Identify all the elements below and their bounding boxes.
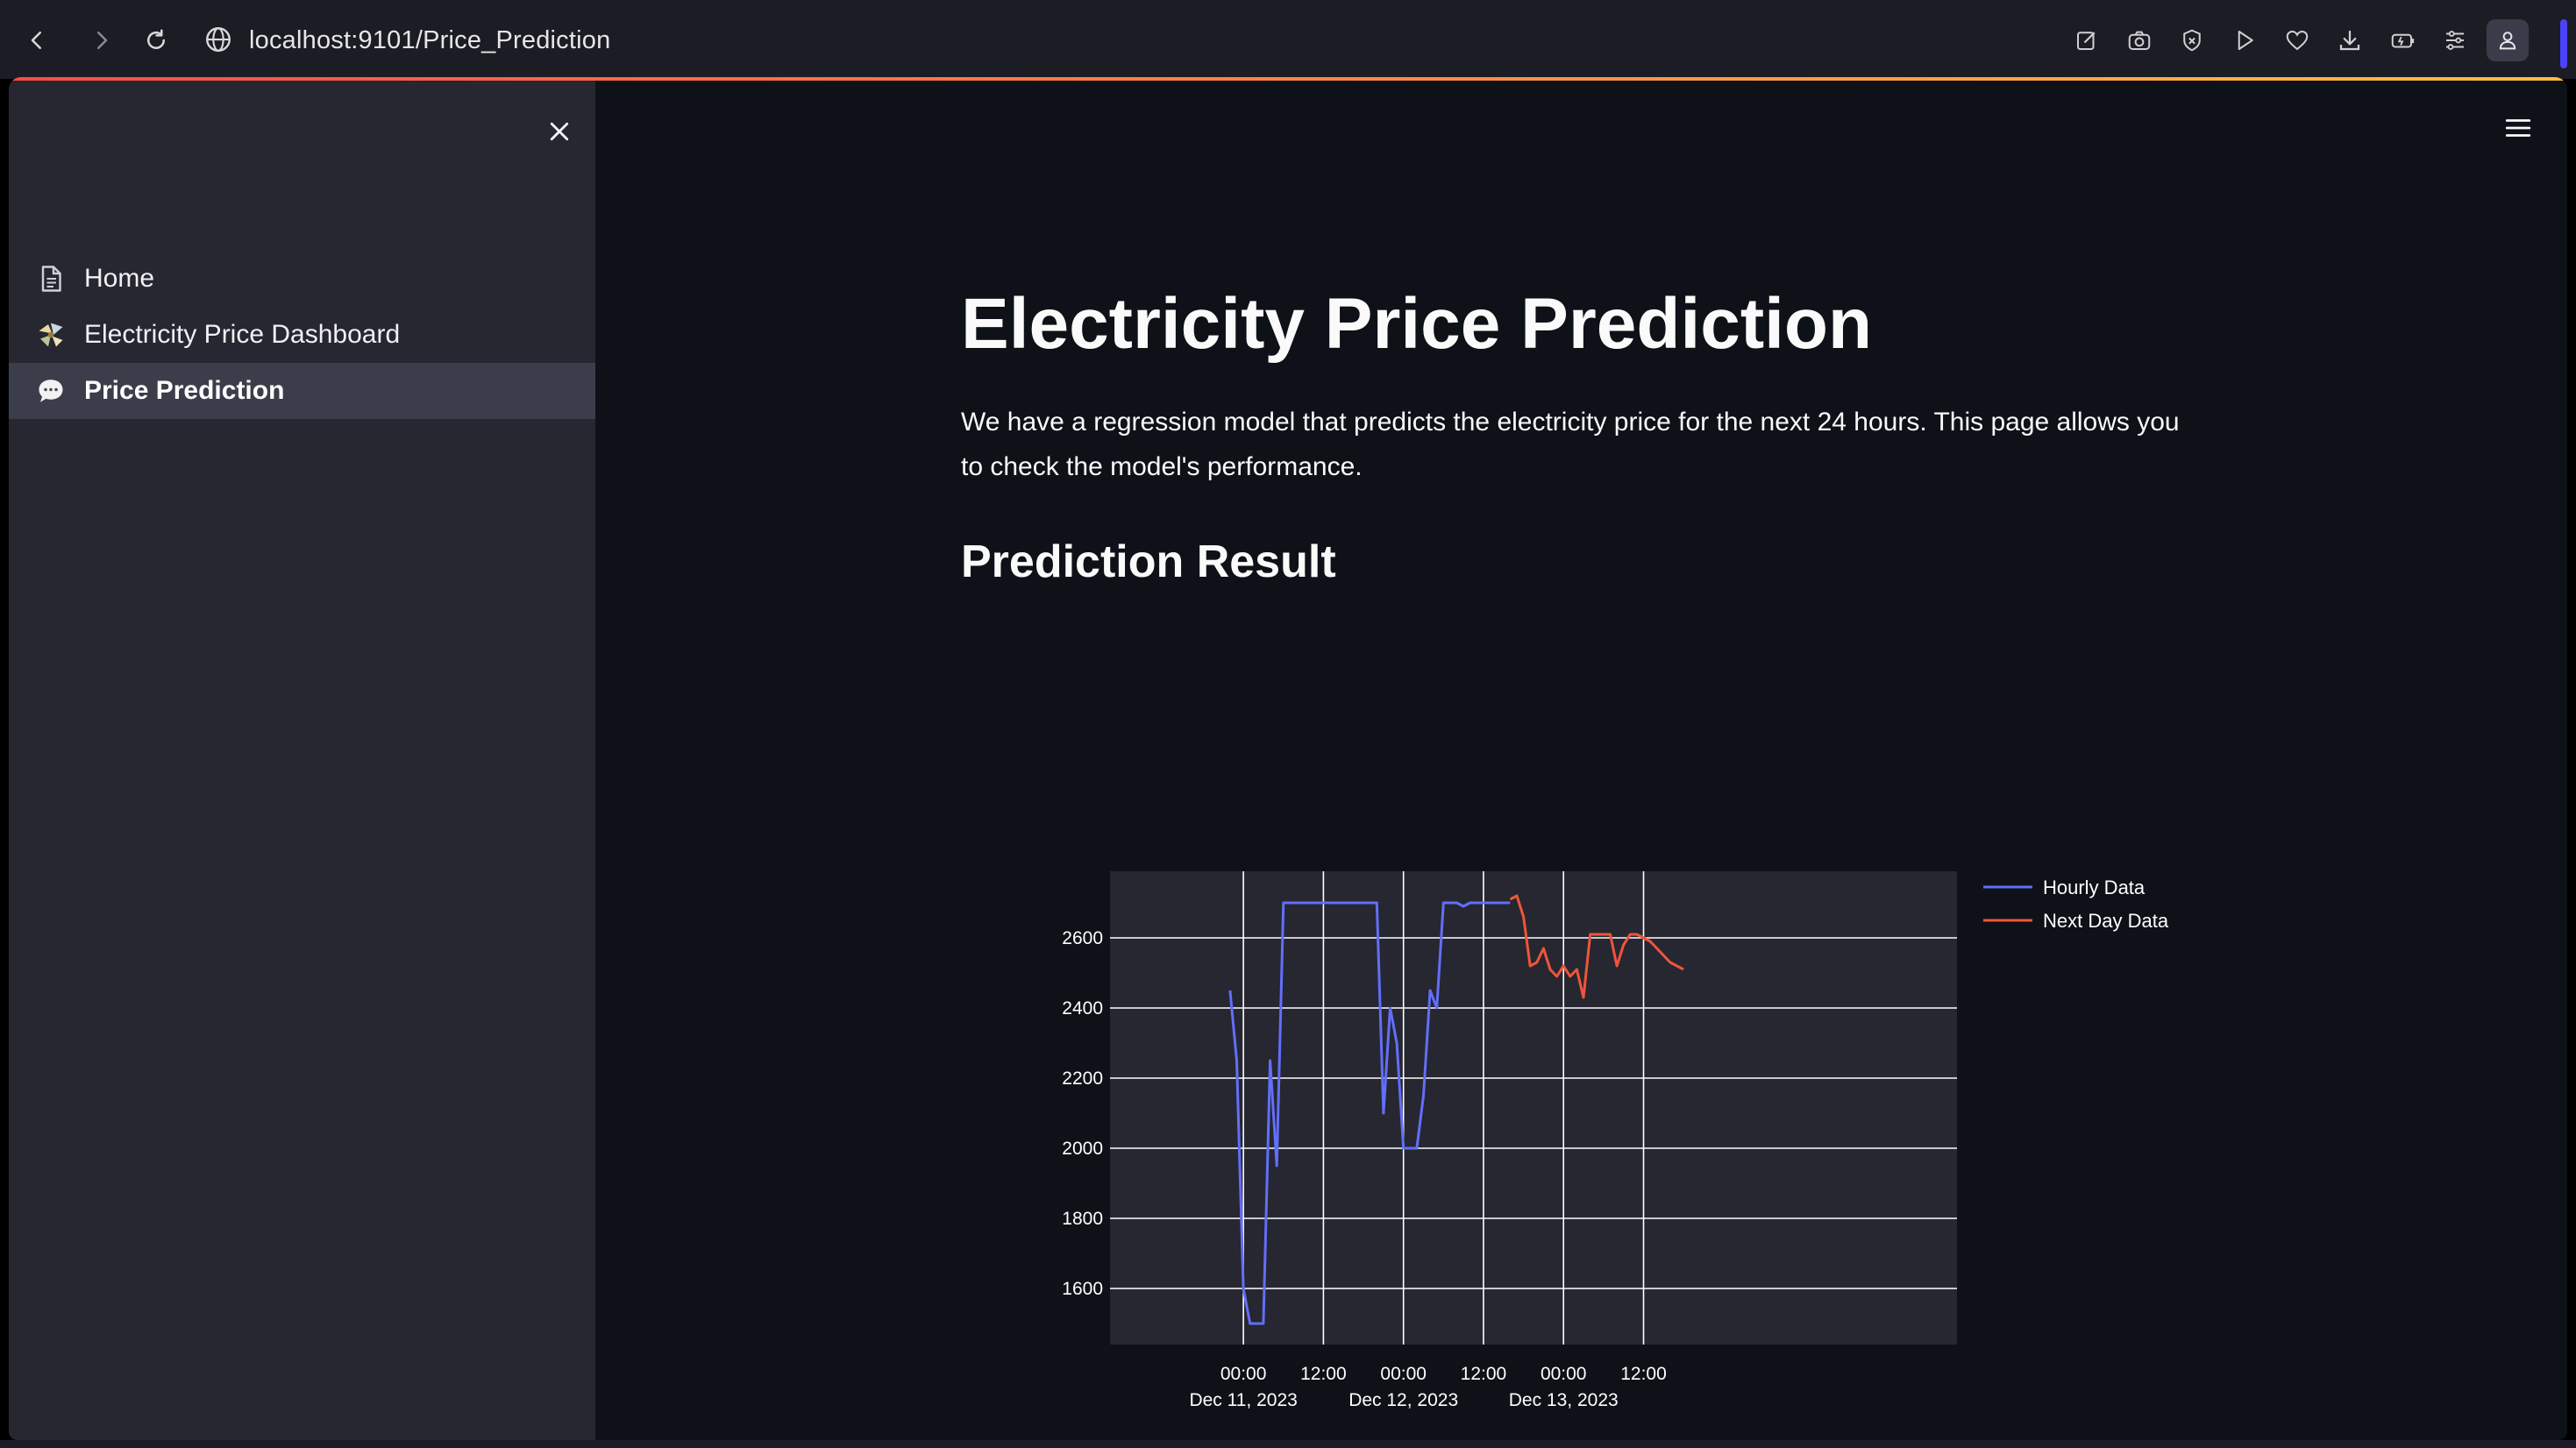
sidebar-item-label: Price Prediction — [84, 376, 285, 405]
page-description: We have a regression model that predicts… — [961, 408, 2180, 481]
camera-icon[interactable] — [2118, 19, 2160, 61]
sliders-icon[interactable] — [2434, 19, 2476, 61]
x-tick-date-label: Dec 13, 2023 — [1509, 1390, 1619, 1410]
section-title: Prediction Result — [961, 536, 1336, 587]
sidebar-item-label: Home — [84, 264, 155, 293]
y-tick-label: 1600 — [1062, 1279, 1103, 1299]
x-tick-label: 12:00 — [1300, 1364, 1347, 1384]
sidebar-item-home[interactable]: Home — [9, 251, 595, 307]
x-tick-label: 12:00 — [1461, 1364, 1507, 1384]
x-tick-date-label: Dec 12, 2023 — [1348, 1390, 1458, 1410]
chart-svg: 1600 1800 2000 2200 2400 2600 00:00 Dec 11, 202… — [1062, 871, 2169, 1410]
play-icon[interactable] — [2224, 19, 2266, 61]
back-icon[interactable] — [16, 19, 58, 61]
sidebar-nav: Home Electricity Price Dashboard Price P… — [9, 251, 595, 419]
hamburger-menu-icon[interactable] — [2497, 107, 2539, 149]
app-frame: Home Electricity Price Dashboard Price P… — [9, 77, 2567, 1440]
prediction-chart: 1600 1800 2000 2200 2400 2600 00:00 Dec 11, 202… — [1035, 845, 2192, 1423]
url-field[interactable]: localhost:9101/Price_Prediction — [249, 23, 610, 58]
profile-icon[interactable] — [2487, 19, 2529, 61]
x-tick-date-label: Dec 11, 2023 — [1189, 1390, 1297, 1410]
x-tick-label: 00:00 — [1541, 1364, 1587, 1384]
page-title: Electricity Price Prediction — [961, 284, 1873, 364]
document-icon — [33, 261, 68, 296]
x-tick-label: 00:00 — [1220, 1364, 1267, 1384]
shield-icon[interactable] — [2171, 19, 2213, 61]
y-tick-label: 2600 — [1062, 928, 1103, 948]
extension-indicator — [2560, 19, 2567, 68]
sidebar: Home Electricity Price Dashboard Price P… — [9, 81, 595, 1440]
browser-bottom-strip — [0, 1440, 2576, 1448]
close-icon[interactable] — [538, 110, 580, 153]
download-icon[interactable] — [2329, 19, 2371, 61]
reload-icon[interactable] — [135, 19, 177, 61]
y-tick-label: 2400 — [1062, 998, 1103, 1019]
browser-toolbar: localhost:9101/Price_Prediction — [0, 0, 2576, 79]
x-tick-label: 00:00 — [1380, 1364, 1427, 1384]
sidebar-item-label: Electricity Price Dashboard — [84, 320, 401, 349]
battery-icon[interactable] — [2381, 19, 2423, 61]
forward-icon[interactable] — [81, 19, 123, 61]
y-tick-label: 2200 — [1062, 1068, 1103, 1089]
legend-label: Next Day Data — [2043, 910, 2169, 932]
dashboard-emoji-icon — [33, 317, 68, 352]
browser-actions — [2066, 19, 2529, 61]
y-tick-label: 2000 — [1062, 1139, 1103, 1159]
edit-icon[interactable] — [2066, 19, 2108, 61]
sidebar-item-electricity-price-dashboard[interactable]: Electricity Price Dashboard — [9, 307, 595, 363]
legend-label: Hourly Data — [2043, 877, 2145, 898]
speech-bubble-icon — [33, 373, 68, 408]
globe-icon — [206, 27, 231, 52]
y-tick-label: 1800 — [1062, 1209, 1103, 1229]
heart-icon[interactable] — [2276, 19, 2318, 61]
sidebar-item-price-prediction[interactable]: Price Prediction — [9, 363, 595, 419]
x-tick-label: 12:00 — [1620, 1364, 1667, 1384]
